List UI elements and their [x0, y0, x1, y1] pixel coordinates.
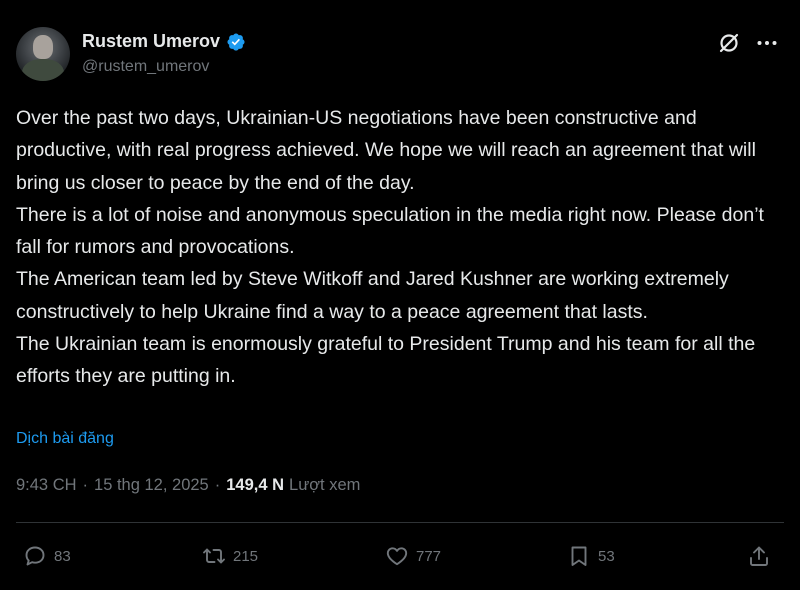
- tweet-paragraph: The Ukrainian team is enormously gratefu…: [16, 333, 756, 388]
- tweet-paragraph: The American team led by Steve Witkoff a…: [16, 268, 729, 323]
- bookmark-count: 53: [598, 547, 615, 565]
- action-bar: 83 215 777 53: [0, 538, 800, 574]
- heart-icon: [386, 547, 408, 566]
- post-meta: 9:43 CH · 15 thg 12, 2025 · 149,4 N Lượt…: [16, 476, 360, 495]
- bookmark-icon: [571, 546, 587, 566]
- meta-separator: ·: [214, 476, 221, 494]
- repost-icon: [203, 548, 225, 564]
- like-count: 777: [416, 547, 442, 565]
- post-time[interactable]: 9:43 CH: [16, 476, 77, 495]
- more-options-icon[interactable]: [754, 30, 780, 56]
- bookmark-button[interactable]: 53: [567, 538, 615, 574]
- avatar[interactable]: [16, 27, 70, 81]
- avatar-head: [33, 35, 53, 59]
- author-handle[interactable]: @rustem_umerov: [82, 58, 209, 76]
- share-icon: [750, 546, 768, 566]
- tweet-paragraph: Over the past two days, Ukrainian-US neg…: [16, 107, 756, 194]
- author-name-row: Rustem Umerov: [82, 31, 246, 52]
- share-button[interactable]: [747, 538, 771, 574]
- reply-button[interactable]: 83: [23, 538, 71, 574]
- views-count: 149,4 N: [226, 476, 285, 494]
- views-label: Lượt xem: [289, 476, 361, 494]
- like-button[interactable]: 777: [385, 538, 441, 574]
- post-date[interactable]: 15 thg 12, 2025: [94, 476, 209, 495]
- avatar-body: [22, 59, 64, 81]
- tweet-text: Over the past two days, Ukrainian-US neg…: [16, 102, 791, 393]
- tweet-paragraph: There is a lot of noise and anonymous sp…: [16, 203, 764, 259]
- repost-button[interactable]: 215: [202, 538, 258, 574]
- reply-icon: [25, 546, 45, 566]
- author-name[interactable]: Rustem Umerov: [82, 31, 220, 52]
- repost-count: 215: [233, 547, 259, 565]
- grok-icon[interactable]: [716, 30, 742, 56]
- meta-separator: ·: [82, 476, 89, 494]
- translate-post-link[interactable]: Dịch bài đăng: [16, 430, 114, 448]
- verified-badge-icon: [227, 32, 245, 51]
- reply-count: 83: [54, 547, 71, 565]
- divider: [16, 522, 784, 523]
- tweet-detail: Rustem Umerov @rustem_umerov Over the pa…: [0, 0, 800, 590]
